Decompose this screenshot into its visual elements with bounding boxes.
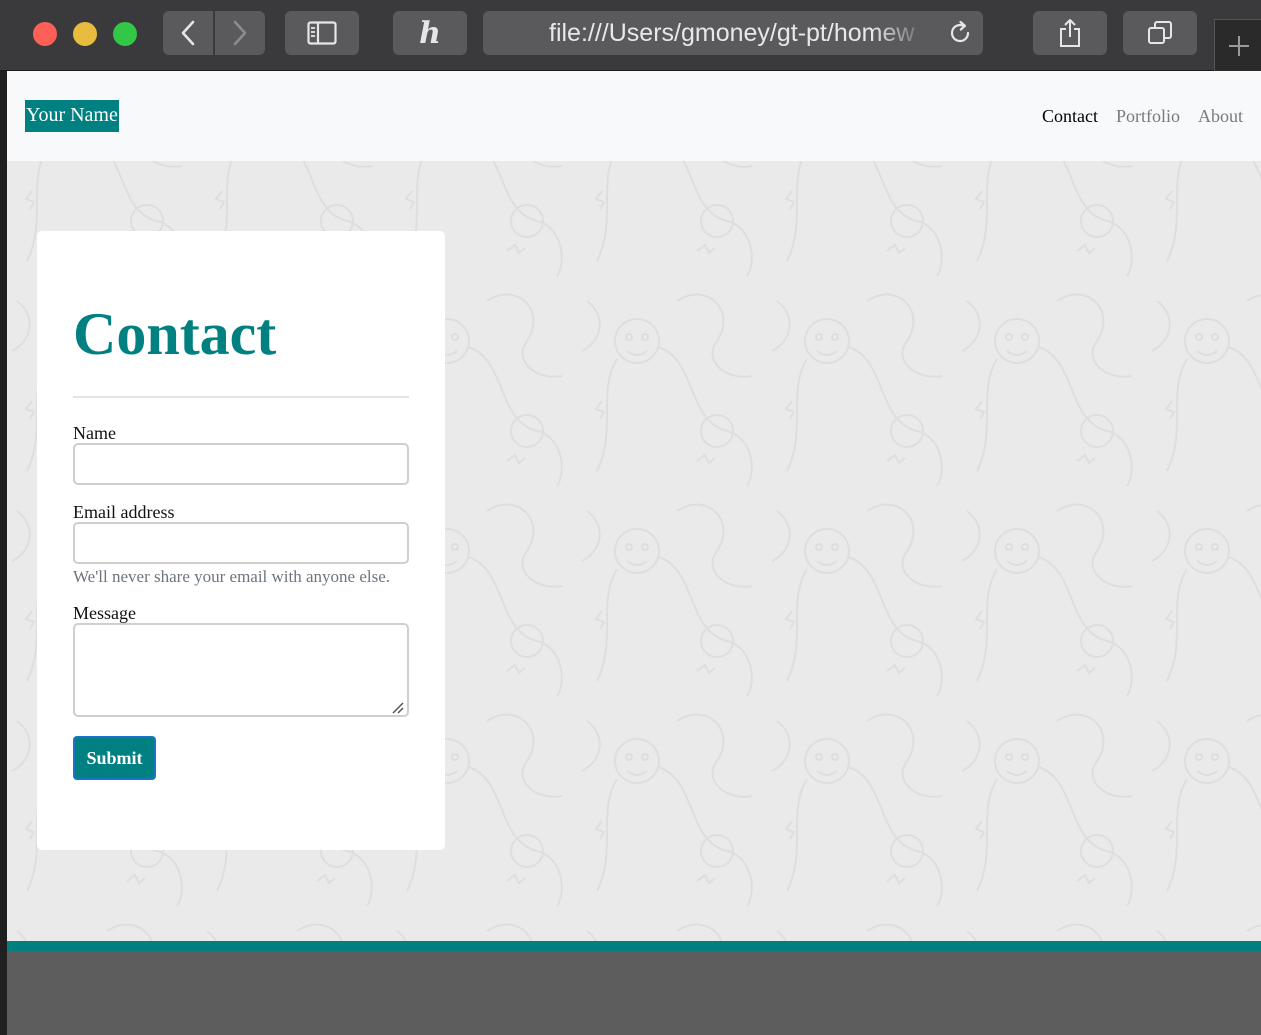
zoom-window-button[interactable]: [113, 22, 137, 46]
page-viewport: Your Name Contact Portfolio About Contac…: [7, 71, 1261, 941]
extension-button[interactable]: ℎ: [393, 11, 467, 55]
submit-button[interactable]: Submit: [73, 736, 156, 780]
tabs-overview-button[interactable]: [1123, 11, 1197, 55]
name-input[interactable]: [73, 443, 409, 485]
nav-link-contact[interactable]: Contact: [1042, 104, 1098, 128]
plus-icon: [1228, 35, 1249, 56]
url-text[interactable]: file:///Users/gmoney/gt-pt/homew: [549, 11, 929, 55]
footer-accent-bar: [7, 941, 1261, 951]
nav-links: Contact Portfolio About: [1042, 104, 1243, 128]
nav-link-about[interactable]: About: [1198, 104, 1243, 128]
resize-grip-icon[interactable]: [392, 702, 404, 714]
window-edge: [0, 71, 7, 1035]
nav-link-portfolio[interactable]: Portfolio: [1116, 104, 1180, 128]
email-help-text: We'll never share your email with anyone…: [73, 567, 391, 586]
new-tab-button[interactable]: [1214, 19, 1261, 71]
message-textarea[interactable]: [73, 623, 409, 717]
browser-toolbar: ℎ file:///Users/gmoney/gt-pt/homew: [0, 0, 1261, 71]
name-label: Name: [73, 423, 116, 443]
email-input[interactable]: [73, 522, 409, 564]
forward-button[interactable]: [215, 11, 265, 55]
back-button[interactable]: [163, 11, 213, 55]
tabs-overview-icon: [1148, 21, 1172, 44]
footer: [7, 951, 1261, 1029]
email-label: Email address: [73, 502, 175, 522]
brand-logo-link[interactable]: Your Name: [25, 100, 119, 132]
chevron-left-icon: [181, 20, 195, 46]
navbar: Your Name Contact Portfolio About: [7, 71, 1261, 161]
share-icon: [1060, 19, 1080, 47]
divider: [73, 396, 409, 398]
sidebar-icon: [307, 21, 337, 45]
contact-card: Contact Name Email address We'll never s…: [37, 231, 445, 850]
page-title: Contact: [73, 301, 277, 367]
chevron-right-icon: [233, 20, 247, 46]
reload-icon[interactable]: [947, 20, 973, 46]
minimize-window-button[interactable]: [73, 22, 97, 46]
share-button[interactable]: [1033, 11, 1107, 55]
address-bar[interactable]: file:///Users/gmoney/gt-pt/homew: [483, 11, 983, 55]
message-label: Message: [73, 603, 136, 623]
sidebar-toggle-button[interactable]: [285, 11, 359, 55]
close-window-button[interactable]: [33, 22, 57, 46]
honey-h-icon: ℎ: [419, 15, 441, 51]
